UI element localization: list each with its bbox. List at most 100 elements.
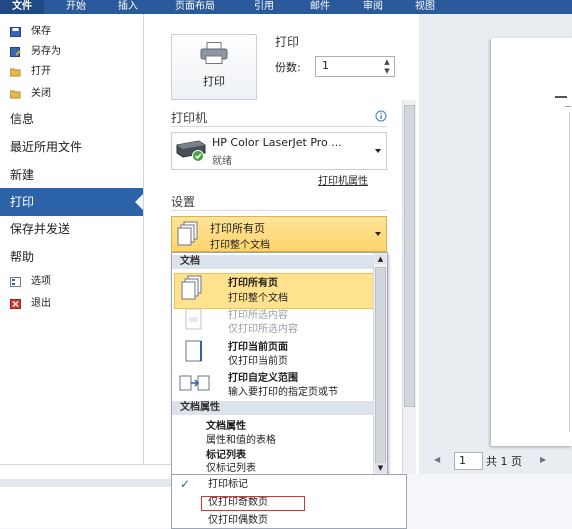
status-strip xyxy=(0,479,171,487)
chevron-down-icon xyxy=(375,232,381,236)
divider xyxy=(171,210,387,211)
page-number-value: 1 xyxy=(459,454,466,467)
page-number-input[interactable]: 1 xyxy=(454,452,483,470)
copies-label: 份数: xyxy=(275,61,301,74)
option-markup-list[interactable]: 标记列表 仅标记列表 xyxy=(172,446,372,474)
copies-value: 1 xyxy=(322,59,329,72)
tab-review[interactable]: 审阅 xyxy=(353,0,393,14)
printer-properties-link[interactable]: 打印机属性 xyxy=(318,172,368,187)
tab-file[interactable]: 文件 xyxy=(0,0,44,14)
selected-range-sub: 打印整个文档 xyxy=(210,240,270,251)
close-folder-icon xyxy=(10,90,21,99)
nav-print[interactable]: 打印 xyxy=(0,188,143,216)
chevron-up-icon[interactable]: ▲ xyxy=(382,58,392,66)
open-folder-icon xyxy=(10,68,21,77)
ribbon-tab-bar: 文件 开始 插入 页面布局 引用 邮件 审阅 视图 xyxy=(0,0,572,14)
option-title: 打印所有页 xyxy=(228,278,278,289)
option-subtitle: 仅标记列表 xyxy=(206,463,256,474)
chevron-down-icon xyxy=(375,149,381,153)
printer-icon xyxy=(200,42,228,64)
nav-open-label: 打开 xyxy=(31,66,51,77)
option-print-selection[interactable]: 打印所选内容 仅打印所选内容 xyxy=(172,303,372,337)
backstage-nav: 保存 另存为 打开 关闭 信息 最近所用文件 新建 打印 保存并发送 帮助 选项… xyxy=(0,14,144,464)
print-button-label: 打印 xyxy=(203,75,225,88)
nav-open[interactable]: 打开 xyxy=(0,62,143,82)
nav-help[interactable]: 帮助 xyxy=(10,244,34,270)
nav-new[interactable]: 新建 xyxy=(10,162,34,188)
laser-printer-icon xyxy=(176,140,206,162)
list-scrollbar[interactable]: ▲ ▼ xyxy=(373,253,387,475)
tab-view[interactable]: 视图 xyxy=(405,0,445,14)
nav-save[interactable]: 保存 xyxy=(0,22,143,42)
printer-dropdown[interactable]: HP Color LaserJet Pro ... 就绪 xyxy=(171,132,387,170)
selection-notch xyxy=(135,194,143,210)
settings-section-title: 设置 xyxy=(171,195,196,209)
copies-stepper[interactable]: 1 ▲ ▼ xyxy=(315,56,395,77)
option-print-all-pages[interactable]: 打印所有页 打印整个文档 xyxy=(172,271,372,307)
tab-insert[interactable]: 插入 xyxy=(108,0,148,14)
print-range-list: 文档 打印所有页 打印整个文档 打印所选内容 仅打印所选内容 打印当前页面 仅打… xyxy=(171,252,388,478)
next-page-icon[interactable]: ▶ xyxy=(540,455,546,464)
save-icon xyxy=(10,27,21,37)
chevron-up-icon[interactable]: ▲ xyxy=(375,254,386,264)
tab-home[interactable]: 开始 xyxy=(56,0,96,14)
save-as-icon xyxy=(10,47,21,57)
current-page-icon xyxy=(185,340,202,362)
preview-text-line xyxy=(555,96,567,98)
exit-icon xyxy=(10,299,21,309)
nav-options[interactable]: 选项 xyxy=(0,272,143,292)
option-print-current-page[interactable]: 打印当前页面 仅打印当前页 xyxy=(172,335,372,367)
nav-close[interactable]: 关闭 xyxy=(0,84,143,104)
option-print-custom-range[interactable]: 打印自定义范围 输入要打印的指定页或节 xyxy=(172,367,372,399)
tab-mailings[interactable]: 邮件 xyxy=(300,0,340,14)
total-pages-label: 共 1 页 xyxy=(486,455,522,468)
option-label: 打印标记 xyxy=(208,479,248,490)
nav-save-as-label: 另存为 xyxy=(31,46,61,57)
print-range-dropdown[interactable]: 打印所有页 打印整个文档 xyxy=(171,216,387,252)
tab-references[interactable]: 引用 xyxy=(244,0,284,14)
status-area xyxy=(0,464,171,528)
nav-recent[interactable]: 最近所用文件 xyxy=(10,134,82,160)
nav-info[interactable]: 信息 xyxy=(10,106,34,132)
all-pages-icon xyxy=(181,275,202,300)
nav-save-send[interactable]: 保存并发送 xyxy=(10,216,70,242)
option-print-markup[interactable]: ✓ 打印标记 xyxy=(172,476,406,493)
option-title: 打印自定义范围 xyxy=(228,373,298,384)
option-label: 仅打印偶数页 xyxy=(208,515,268,526)
scrollbar-thumb[interactable] xyxy=(404,105,415,407)
all-pages-icon xyxy=(177,221,198,246)
option-title: 打印所选内容 xyxy=(228,310,288,321)
selected-range-title: 打印所有页 xyxy=(210,222,265,235)
option-even-pages-only[interactable]: 仅打印偶数页 xyxy=(172,512,406,529)
info-icon[interactable] xyxy=(375,110,387,122)
nav-exit[interactable]: 退出 xyxy=(0,294,143,314)
scrollbar-thumb[interactable] xyxy=(375,267,386,465)
chevron-down-icon[interactable]: ▼ xyxy=(375,463,386,473)
option-subtitle: 输入要打印的指定页或节 xyxy=(228,387,338,398)
option-title: 打印当前页面 xyxy=(228,342,288,353)
checkmark-icon: ✓ xyxy=(180,477,191,491)
chevron-down-icon[interactable]: ▼ xyxy=(382,67,392,75)
option-subtitle: 仅打印当前页 xyxy=(228,356,288,367)
options-icon xyxy=(10,277,21,287)
nav-exit-label: 退出 xyxy=(31,298,51,309)
markup-options-popup: ✓ 打印标记 仅打印奇数页 仅打印偶数页 xyxy=(171,474,407,529)
nav-options-label: 选项 xyxy=(31,276,51,287)
nav-save-as[interactable]: 另存为 xyxy=(0,42,143,62)
group-header-document-properties: 文档属性 xyxy=(172,401,387,415)
nav-close-label: 关闭 xyxy=(31,88,51,99)
print-section-title: 打印 xyxy=(275,35,300,49)
option-subtitle: 仅打印所选内容 xyxy=(228,324,298,335)
option-document-properties[interactable]: 文档属性 属性和值的表格 xyxy=(172,417,372,446)
annotation-highlight-box xyxy=(201,496,305,511)
nav-print-label: 打印 xyxy=(10,195,35,209)
panel-scrollbar[interactable] xyxy=(402,100,416,474)
divider xyxy=(171,126,387,127)
page-navigator: ◀ ▶ 共 1 页 xyxy=(419,446,572,474)
print-button[interactable]: 打印 xyxy=(171,34,257,100)
previous-page-icon[interactable]: ◀ xyxy=(434,455,440,464)
option-subtitle: 属性和值的表格 xyxy=(206,435,276,446)
printer-section-title: 打印机 xyxy=(171,111,208,125)
selection-page-icon xyxy=(185,308,202,330)
tab-page-layout[interactable]: 页面布局 xyxy=(165,0,225,14)
